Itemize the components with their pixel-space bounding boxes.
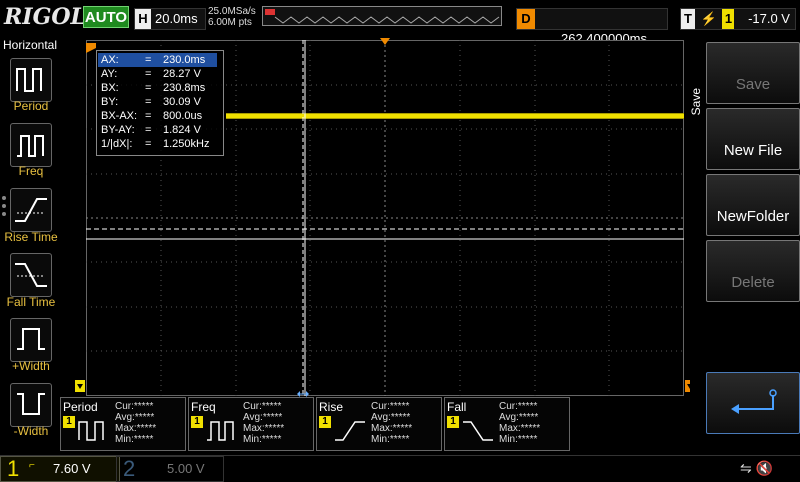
ch1-coupling-icon: ⌐ — [29, 460, 35, 471]
timebase-value: 20.0ms — [155, 11, 198, 26]
fall-time-icon — [15, 263, 47, 287]
neg-width-icon — [17, 393, 45, 415]
ch1-scale: 7.60 V — [53, 461, 91, 476]
new-folder-button[interactable]: NewFolder — [706, 174, 800, 236]
measure-panel: Horizontal Period Freq Rise Time Fall Ti… — [0, 38, 60, 448]
rise-time-label: Rise Time — [4, 230, 58, 244]
result-fall[interactable]: Fall 1 Cur:***** Avg:***** Max:***** Min:**… — [444, 397, 570, 451]
ch1-number: 1 — [7, 456, 20, 481]
cursor-row-bx: BX: = 230.8ms — [101, 82, 206, 94]
cursor-a-horizontal[interactable] — [86, 228, 684, 232]
measure-panel-title: Horizontal — [2, 38, 58, 52]
ch2-scale: 5.00 V — [167, 461, 205, 476]
softkey-menu: Save Save New File NewFolder Delete — [689, 38, 800, 448]
channel-status-bar: 1 ⌐ 7.60 V 2 5.00 V ⇋ 🔇 — [0, 455, 800, 482]
fall-time-icon — [463, 421, 493, 441]
trigger-position-marker[interactable] — [380, 38, 390, 46]
delay-box[interactable]: D262.400000ms — [516, 8, 668, 46]
cursor-row-ax: AX: = 230.0ms — [98, 53, 217, 67]
rise-time-button[interactable] — [10, 188, 52, 232]
memory-overview-strip[interactable] — [262, 6, 502, 26]
ch2-number: 2 — [123, 456, 136, 481]
waveform-display[interactable]: AX: = 230.0ms AY: = 28.27 V BX: = 230.8ms BY: =… — [75, 38, 695, 397]
period-button[interactable] — [10, 58, 52, 102]
measurement-results: Period 1 Cur:***** Avg:***** Max:***** Min:… — [60, 397, 680, 453]
ref-marker-icon — [86, 43, 96, 53]
result-rise[interactable]: Rise 1 Cur:***** Avg:***** Max:***** Min:**… — [316, 397, 442, 451]
result-period[interactable]: Period 1 Cur:***** Avg:***** Max:***** Min:… — [60, 397, 186, 451]
result-freq[interactable]: Freq 1 Cur:***** Avg:***** Max:***** Min:**… — [188, 397, 314, 451]
neg-width-label: -Width — [13, 424, 49, 438]
cursor-row-bx-ax: BX-AX: = 800.0us — [101, 110, 203, 122]
ch1-status[interactable]: 1 ⌐ 7.60 V — [0, 456, 120, 482]
trigger-label: T — [681, 9, 695, 29]
rise-time-icon — [335, 421, 365, 441]
enter-icon — [731, 389, 777, 414]
freq-label: Freq — [18, 164, 44, 178]
memory-depth: 6.00M pts — [208, 17, 252, 28]
cursor-b-horizontal[interactable] — [86, 238, 684, 242]
pos-width-label: +Width — [12, 359, 50, 373]
sample-info: 25.0MSa/s 6.00M pts — [208, 6, 256, 28]
period-label: Period — [13, 99, 49, 113]
auto-button[interactable]: AUTO — [83, 6, 129, 28]
timebase-box[interactable]: H 20.0ms — [134, 8, 206, 30]
timebase-label: H — [135, 9, 151, 29]
memory-overview-wave — [265, 9, 500, 24]
freq-icon — [17, 135, 44, 157]
ch1-ground-marker-icon — [75, 380, 85, 392]
top-bar: RIGOL AUTO H 20.0ms 25.0MSa/s 6.00M pts D… — [0, 0, 800, 46]
trigger-source: 1 — [722, 9, 735, 29]
freq-icon — [207, 421, 234, 441]
cursor-row-by-ay: BY-AY: = 1.824 V — [101, 124, 201, 136]
rise-time-icon — [15, 198, 47, 222]
usb-icon: ⇋ 🔇 — [740, 460, 774, 476]
enter-button[interactable] — [706, 372, 800, 434]
menu-title: Save — [689, 88, 703, 116]
save-button[interactable]: Save — [706, 42, 800, 104]
trigger-box[interactable]: T ⚡ 1 -17.0 V — [680, 8, 796, 30]
freq-button[interactable] — [10, 123, 52, 167]
cursor-readout-panel: AX: = 230.0ms AY: = 28.27 V BX: = 230.8ms BY: =… — [96, 50, 224, 156]
cursor-b-vertical[interactable] — [304, 40, 308, 396]
pos-width-icon — [17, 328, 45, 350]
ch2-status[interactable]: 2 5.00 V — [116, 456, 224, 482]
neg-width-button[interactable] — [10, 383, 52, 427]
page-dots — [2, 196, 6, 220]
period-icon — [16, 68, 42, 92]
delay-label: D — [517, 9, 535, 29]
cursor-row-ay: AY: = 28.27 V — [101, 68, 201, 80]
new-file-button[interactable]: New File — [706, 108, 800, 170]
fall-time-button[interactable] — [10, 253, 52, 297]
fall-time-label: Fall Time — [6, 295, 56, 309]
trigger-slope-icon: ⚡ — [700, 11, 717, 26]
trigger-level: -17.0 V — [748, 11, 790, 26]
delete-button[interactable]: Delete — [706, 240, 800, 302]
pos-width-button[interactable] — [10, 318, 52, 362]
cursor-row-inv-dx: 1/|dX|: = 1.250kHz — [101, 138, 210, 150]
brand-logo: RIGOL — [4, 4, 86, 30]
period-icon — [78, 421, 104, 441]
cursor-row-by: BY: = 30.09 V — [101, 96, 201, 108]
sample-rate: 25.0MSa/s — [208, 6, 256, 17]
